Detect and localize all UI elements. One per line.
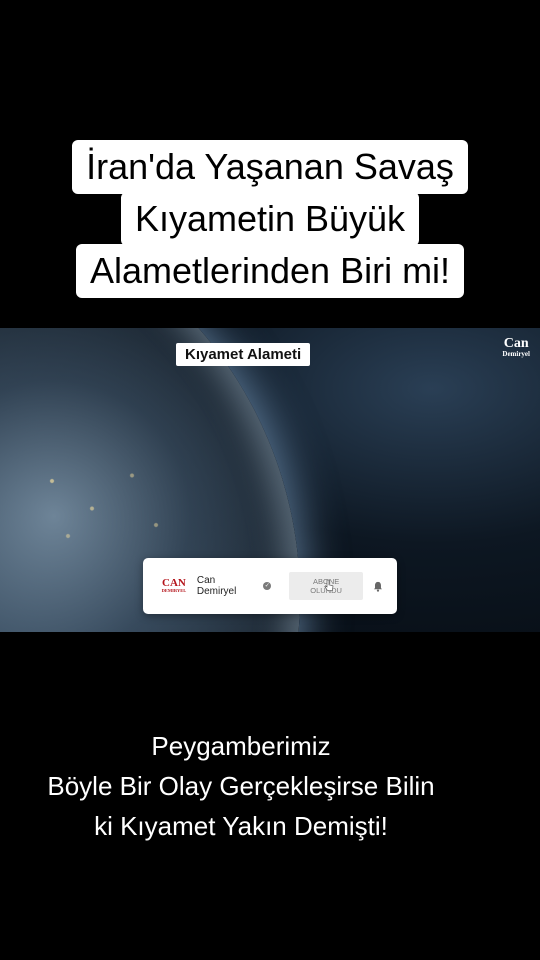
title-line-3: Alametlerinden Biri mi!: [75, 244, 465, 298]
caption-line-1: Peygamberimiz: [151, 731, 331, 761]
watermark-logo-bottom: Demiryel: [502, 350, 530, 358]
caption-line-3: ki Kıyamet Yakın Demişti!: [94, 811, 388, 841]
channel-logo-bottom: DEMIRYEL: [161, 588, 187, 594]
cursor-hand-icon: [324, 579, 334, 591]
check-circle-icon: ✓: [263, 582, 272, 590]
bell-icon[interactable]: [373, 581, 383, 592]
title-line-1: İran'da Yaşanan Savaş: [72, 140, 468, 194]
watermark-logo-top: Can: [503, 336, 529, 351]
title-overlay: İran'da Yaşanan Savaş Kıyametin Büyük Al…: [0, 140, 540, 298]
channel-name[interactable]: Can Demiryel: [197, 575, 257, 597]
channel-logo[interactable]: CAN DEMIRYEL: [159, 578, 189, 594]
title-line-2: Kıyametin Büyük: [120, 192, 420, 246]
city-lights-decoration: [20, 448, 180, 558]
video-label: Kıyamet Alameti: [176, 343, 311, 366]
caption-overlay: Peygamberimiz Böyle Bir Olay Gerçekleşir…: [0, 726, 482, 846]
caption-line-2: Böyle Bir Olay Gerçekleşirse Bilin: [47, 771, 435, 801]
subscribed-button[interactable]: ABONE OLUNDU: [289, 572, 364, 600]
video-frame[interactable]: Kıyamet Alameti Can Demiryel CAN DEMIRYE…: [0, 328, 540, 632]
channel-watermark-logo: Can Demiryel: [502, 337, 530, 358]
subscribe-card: CAN DEMIRYEL Can Demiryel ✓ ABONE OLUNDU: [143, 558, 397, 614]
